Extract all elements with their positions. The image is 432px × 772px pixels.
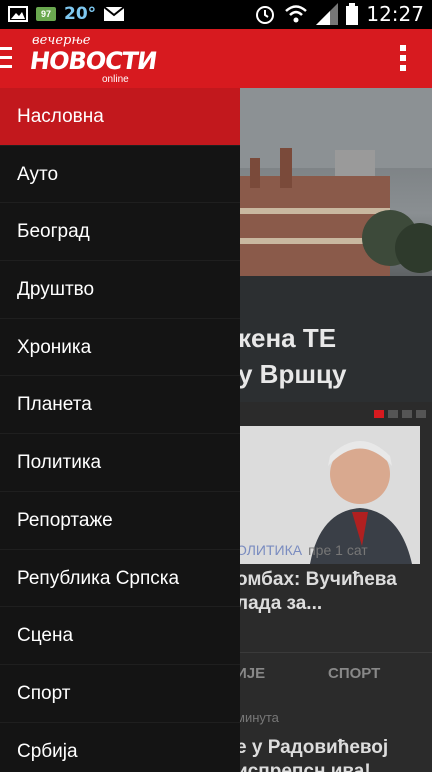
status-right: 12:27: [254, 2, 424, 26]
drawer-item-auto[interactable]: Ауто: [0, 146, 240, 204]
hero-article[interactable]: кена ТЕ у Вршцу: [240, 88, 432, 402]
tab-sport[interactable]: СПОРТ: [328, 665, 380, 682]
drawer-item-politika[interactable]: Политика: [0, 434, 240, 492]
drawer-item-srbija[interactable]: Србија: [0, 723, 240, 772]
email-icon: [104, 7, 125, 21]
battery-icon: [346, 3, 359, 25]
article-headline: омбах: Вучићева лада за...: [240, 569, 397, 614]
drawer-item-planeta[interactable]: Планета: [0, 376, 240, 435]
app-bar: вечерње НОВОСТИ online: [0, 29, 432, 88]
section-tabs: ИЈЕ СПОРТ: [240, 652, 432, 693]
second-article-headline[interactable]: е у Радовићевој испрепсн ива!: [240, 736, 388, 772]
pager-indicator: [374, 410, 426, 418]
status-bar: 97 20° 12:27: [0, 0, 432, 29]
drawer-item-drustvo[interactable]: Друштво: [0, 261, 240, 319]
drawer-item-beograd[interactable]: Београд: [0, 203, 240, 262]
article-card[interactable]: ОЛИТИКА пре 1 сат омбах: Вучићева лада за…: [240, 402, 432, 772]
navigation-drawer: Насловна Ауто Београд Друштво Хроника Пл…: [0, 88, 240, 772]
tab-partial[interactable]: ИЈЕ: [240, 665, 265, 682]
drawer-item-naslovna[interactable]: Насловна: [0, 88, 240, 146]
logo-top-text: вечерње: [32, 33, 91, 48]
alarm-icon: [256, 6, 275, 24]
clock: 12:27: [366, 2, 424, 26]
drawer-item-scena[interactable]: Сцена: [0, 607, 240, 665]
signal-icon: [316, 3, 339, 25]
logo-main-text: НОВОСТИ: [28, 47, 159, 75]
article-meta: ОЛИТИКА пре 1 сат: [240, 542, 368, 558]
status-left: 97 20°: [8, 4, 125, 24]
menu-icon[interactable]: [0, 47, 12, 69]
drawer-item-sport[interactable]: Спорт: [0, 665, 240, 723]
image-notification-icon: [8, 6, 28, 22]
second-article-meta: минута: [240, 710, 279, 725]
drawer-item-reportaze[interactable]: Репортаже: [0, 492, 240, 550]
logo-sub-text: online: [102, 74, 129, 85]
drawer-item-republika-srpska[interactable]: Република Српска: [0, 550, 240, 608]
battery-badge: 97: [36, 7, 56, 21]
weather-temperature: 20°: [64, 4, 97, 24]
hero-title: кена ТЕ у Вршцу: [240, 323, 347, 389]
overflow-menu-icon[interactable]: [400, 45, 406, 75]
drawer-item-hronika[interactable]: Хроника: [0, 319, 240, 377]
news-feed: кена ТЕ у Вршцу ОЛИТИКА пре 1 сат омбах: …: [240, 88, 432, 772]
wifi-icon: [285, 5, 308, 23]
